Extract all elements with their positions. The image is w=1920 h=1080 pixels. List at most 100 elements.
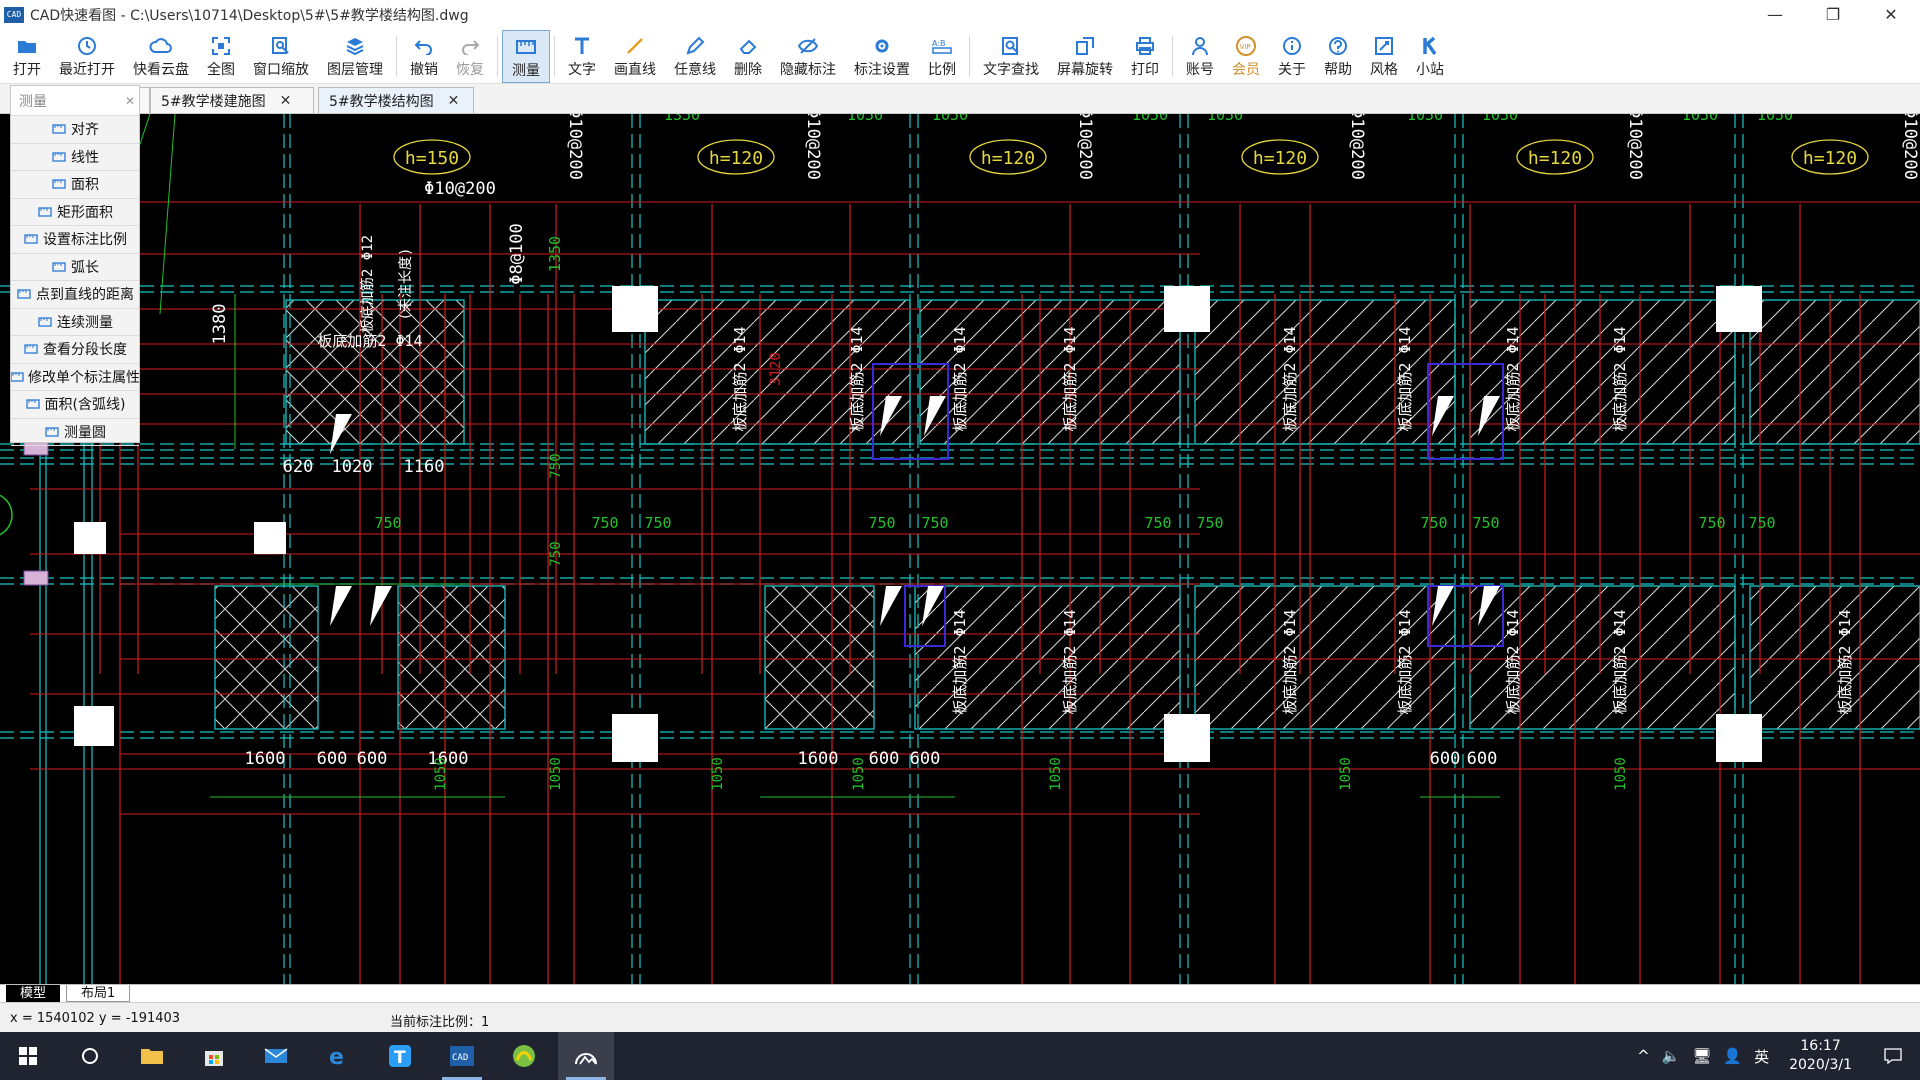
toolbar-button-k-station[interactable]: 小站 — [1407, 30, 1453, 83]
toolbar-button-line[interactable]: 画直线 — [605, 30, 665, 83]
input-method-indicator[interactable]: 英 — [1754, 1046, 1769, 1067]
slab-rebar-label: 板底加筋2 Φ14 — [1504, 609, 1522, 714]
volume-icon[interactable]: 🔈 — [1662, 1047, 1681, 1065]
tab-model[interactable]: 模型 — [6, 985, 61, 1002]
measure-item-linear-measure[interactable]: 线性 — [11, 144, 139, 171]
toolbar-button-annotation-settings[interactable]: 标注设置 — [845, 30, 919, 83]
clock[interactable]: 16:17 2020/3/1 — [1789, 1037, 1852, 1075]
toolbar-button-label: 关于 — [1278, 62, 1306, 78]
green-app-icon[interactable] — [496, 1032, 552, 1080]
network-icon[interactable]: 🖥 — [1692, 1047, 1711, 1065]
measure-item-scale-setting[interactable]: 设置标注比例 — [11, 226, 139, 254]
dimension-750-label: 750 — [548, 453, 564, 478]
toolbar-button-label: 打印 — [1131, 62, 1159, 78]
cad-drawing[interactable]: h=150 h=120 h=120 h=120 h=120 h=120 1350 1050 10… — [0, 114, 1920, 984]
search-circle-icon[interactable] — [62, 1032, 118, 1080]
measure-panel: 测量 ✕ 对齐 线性 面积 矩形面积 设置标注比例 弧长 点到直线的距离 连续测量 查看分段长度… — [10, 85, 140, 446]
toolbar-button-eye-hide[interactable]: 隐藏标注 — [771, 30, 845, 83]
slab-thickness-label: h=120 — [1253, 148, 1307, 169]
cloud-icon — [147, 34, 175, 58]
maximize-button[interactable]: ❐ — [1804, 0, 1862, 30]
toolbar-button-zoom-window[interactable]: 窗口缩放 — [244, 30, 318, 83]
dimension-750-label: 750 — [591, 514, 618, 532]
toolbar-button-fit-all[interactable]: 全图 — [198, 30, 244, 83]
toolbar-button-label: 文字 — [568, 62, 596, 78]
toolbar-button-ruler[interactable]: 测量 — [502, 30, 550, 83]
tab-layout1[interactable]: 布局1 — [66, 985, 131, 1002]
measure-circle-icon — [44, 425, 60, 439]
close-icon[interactable]: ✕ — [280, 93, 292, 109]
tab-structure[interactable]: 5#教学楼结构图 ✕ — [318, 87, 474, 113]
cad-app-icon[interactable]: CAD — [434, 1032, 490, 1080]
measure-item-arc-area[interactable]: 面积(含弧线) — [11, 391, 139, 419]
file-explorer-icon[interactable] — [124, 1032, 180, 1080]
close-button[interactable]: ✕ — [1862, 0, 1920, 30]
measure-item-point-line-distance[interactable]: 点到直线的距离 — [11, 281, 139, 309]
close-icon[interactable]: ✕ — [125, 94, 135, 108]
bottom-vertical-dimension: 1050 — [433, 757, 449, 791]
dimension-3120-label: 3120 — [768, 352, 784, 386]
toolbar-button-cloud[interactable]: 快看云盘 — [124, 30, 198, 83]
measure-item-segment-length[interactable]: 查看分段长度 — [11, 336, 139, 364]
t-app-icon[interactable]: T — [372, 1032, 428, 1080]
toolbar-button-layers[interactable]: 图层管理 — [318, 30, 392, 83]
scale-icon: A:B — [928, 34, 956, 58]
toolbar-button-pencil[interactable]: 任意线 — [665, 30, 725, 83]
measure-item-area[interactable]: 面积 — [11, 171, 139, 199]
top-dimension-label: 1050 — [932, 114, 968, 124]
detail-triangle — [370, 586, 392, 626]
measure-item-label: 修改单个标注属性 — [28, 369, 139, 386]
fit-all-icon — [207, 34, 235, 58]
rebar-vertical-label: Φ10@200 — [565, 114, 585, 180]
rebar-horizontal-label: Φ10@200 — [424, 179, 496, 199]
toolbar-button-text[interactable]: 文字 — [559, 30, 605, 83]
toolbar-button-clock[interactable]: 最近打开 — [50, 30, 124, 83]
measure-item-rect-area[interactable]: 矩形面积 — [11, 199, 139, 226]
start-icon[interactable] — [0, 1032, 56, 1080]
toolbar-button-label: 任意线 — [674, 62, 716, 78]
user-tray-icon[interactable]: 👤 — [1723, 1047, 1742, 1065]
close-icon[interactable]: ✕ — [448, 93, 460, 109]
toolbar-button-label: 会员 — [1232, 62, 1260, 78]
measure-item-arc-length[interactable]: 弧长 — [11, 254, 139, 281]
cad-drawing-canvas[interactable]: h=150 h=120 h=120 h=120 h=120 h=120 1350 1050 10… — [0, 114, 1920, 984]
measure-item-measure-circle[interactable]: 测量圆 — [11, 419, 139, 446]
toolbar-separator — [1172, 36, 1173, 77]
toolbar-button-style[interactable]: 风格 — [1361, 30, 1407, 83]
slab-rebar-label: 板底加筋2 Φ14 — [848, 326, 866, 431]
toolbar-button-undo[interactable]: 撤销 — [401, 30, 447, 83]
toolbar-button-redo[interactable]: 恢复 — [447, 30, 493, 83]
toolbar-button-printer[interactable]: 打印 — [1122, 30, 1168, 83]
slab-rebar-label: 板底加筋2 Φ14 — [1611, 609, 1629, 714]
toolbar-button-folder-open[interactable]: 打开 — [4, 30, 50, 83]
toolbar-button-eraser[interactable]: 删除 — [725, 30, 771, 83]
measure-item-edit-annotation[interactable]: 修改单个标注属性 — [11, 364, 139, 391]
toolbar-button-label: 恢复 — [456, 62, 484, 78]
rebar-vertical-label: Φ10@200 — [1625, 114, 1645, 180]
column-block — [1164, 716, 1210, 762]
minimize-button[interactable]: — — [1746, 0, 1804, 30]
cross-hatched-panel — [764, 585, 875, 730]
toolbar-button-rotate-screen[interactable]: 屏幕旋转 — [1048, 30, 1122, 83]
toolbar-button-user[interactable]: 账号 — [1177, 30, 1223, 83]
notification-icon[interactable] — [1878, 1047, 1908, 1065]
mail-icon[interactable] — [248, 1032, 304, 1080]
clock-icon — [73, 34, 101, 58]
edge-icon[interactable]: e — [310, 1032, 366, 1080]
toolbar-button-vip[interactable]: VIP 会员 — [1223, 30, 1269, 83]
store-icon[interactable] — [186, 1032, 242, 1080]
toolbar-button-help[interactable]: 帮助 — [1315, 30, 1361, 83]
measure-item-align-measure[interactable]: 对齐 — [11, 116, 139, 144]
measure-item-label: 面积 — [71, 177, 99, 194]
photos-app-icon[interactable] — [558, 1032, 614, 1080]
measure-item-continuous-measure[interactable]: 连续测量 — [11, 309, 139, 336]
rebar-vertical-label: Φ10@200 — [1900, 114, 1920, 180]
dimension-label: 620 — [283, 457, 314, 477]
toolbar-button-label: 小站 — [1416, 62, 1444, 78]
toolbar-button-text-search[interactable]: 文字查找 — [974, 30, 1048, 83]
toolbar-button-scale[interactable]: A:B 比例 — [919, 30, 965, 83]
show-hidden-icons[interactable]: ^ — [1637, 1047, 1650, 1065]
toolbar-button-info[interactable]: 关于 — [1269, 30, 1315, 83]
layers-icon — [341, 34, 369, 58]
tab-architecture[interactable]: 5#教学楼建施图 ✕ — [150, 87, 314, 113]
